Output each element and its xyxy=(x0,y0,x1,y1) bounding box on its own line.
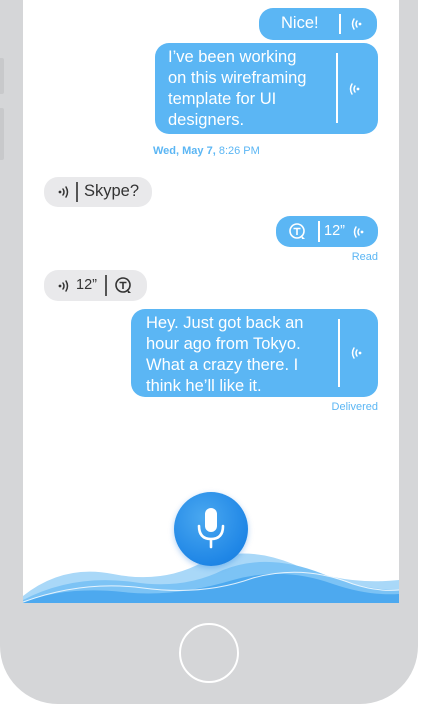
bubble-divider xyxy=(336,53,338,123)
bubble-divider xyxy=(338,319,340,387)
bubble-divider xyxy=(318,221,320,242)
message-timestamp: Wed, May 7, 8:26 PM xyxy=(153,145,260,157)
translate-icon[interactable] xyxy=(288,222,308,242)
volume-down-button xyxy=(0,108,4,160)
audio-wave-icon[interactable] xyxy=(54,184,70,200)
audio-wave-icon[interactable] xyxy=(348,81,364,97)
voice-duration: 12” xyxy=(324,223,345,239)
home-button[interactable] xyxy=(179,623,239,683)
timestamp-date: Wed, May 7, xyxy=(153,145,216,157)
outgoing-message-nice[interactable]: Nice! xyxy=(259,8,377,40)
microphone-button[interactable] xyxy=(174,492,248,566)
voice-duration: 12” xyxy=(76,277,97,293)
microphone-icon xyxy=(197,508,225,549)
translate-icon[interactable] xyxy=(114,276,134,296)
audio-wave-icon[interactable] xyxy=(350,16,366,32)
bubble-divider xyxy=(339,14,341,34)
outgoing-voice-message[interactable]: 12” xyxy=(276,216,378,247)
status-delivered: Delivered xyxy=(331,401,378,413)
bubble-divider xyxy=(76,182,78,202)
timestamp-time: 8:26 PM xyxy=(218,145,260,157)
incoming-voice-message[interactable]: 12” xyxy=(44,270,147,301)
audio-wave-icon[interactable] xyxy=(350,345,366,361)
outgoing-message-tokyo[interactable]: Hey. Just got back an hour ago from Toky… xyxy=(131,309,378,397)
outgoing-message-working[interactable]: I’ve been working on this wireframing te… xyxy=(155,43,378,134)
volume-up-button xyxy=(0,58,4,94)
status-read: Read xyxy=(351,251,378,263)
bubble-divider xyxy=(105,275,107,296)
incoming-message-skype[interactable]: Skype? xyxy=(44,177,152,207)
message-text: I’ve been working on this wireframing te… xyxy=(168,48,307,129)
message-text: Hey. Just got back an hour ago from Toky… xyxy=(146,314,304,395)
audio-wave-icon[interactable] xyxy=(352,224,368,240)
audio-wave-icon[interactable] xyxy=(54,278,70,294)
message-text: Nice! xyxy=(281,14,319,32)
message-text: Skype? xyxy=(84,182,140,200)
